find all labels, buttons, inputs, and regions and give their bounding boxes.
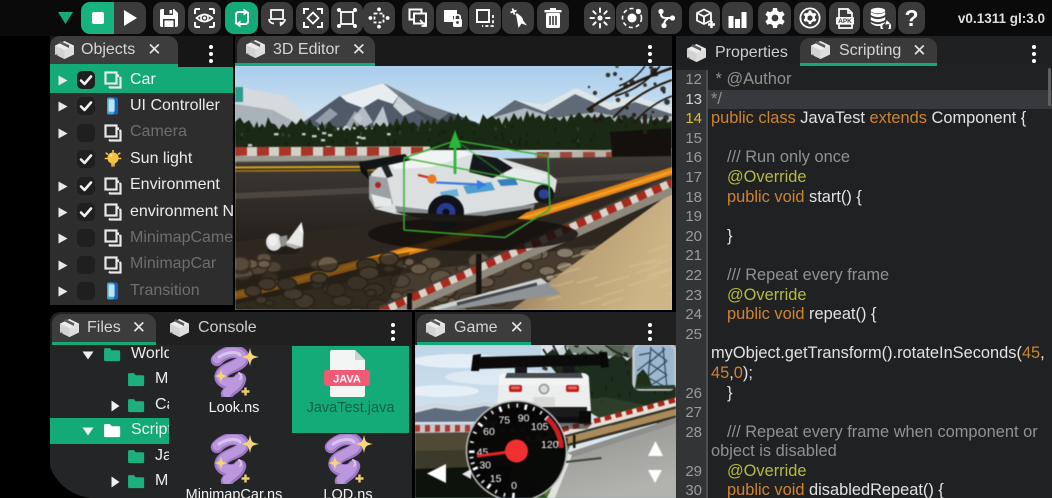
svg-text:15: 15: [490, 473, 502, 485]
svg-text:0: 0: [511, 480, 517, 492]
svg-text:APK: APK: [838, 18, 852, 25]
svg-text:JAVA: JAVA: [333, 374, 361, 386]
svg-text:30: 30: [479, 459, 491, 471]
svg-text:120: 120: [541, 439, 559, 451]
svg-text:75: 75: [498, 414, 510, 426]
svg-text:105: 105: [531, 421, 549, 433]
svg-text:90: 90: [518, 413, 530, 425]
svg-text:60: 60: [483, 426, 495, 438]
